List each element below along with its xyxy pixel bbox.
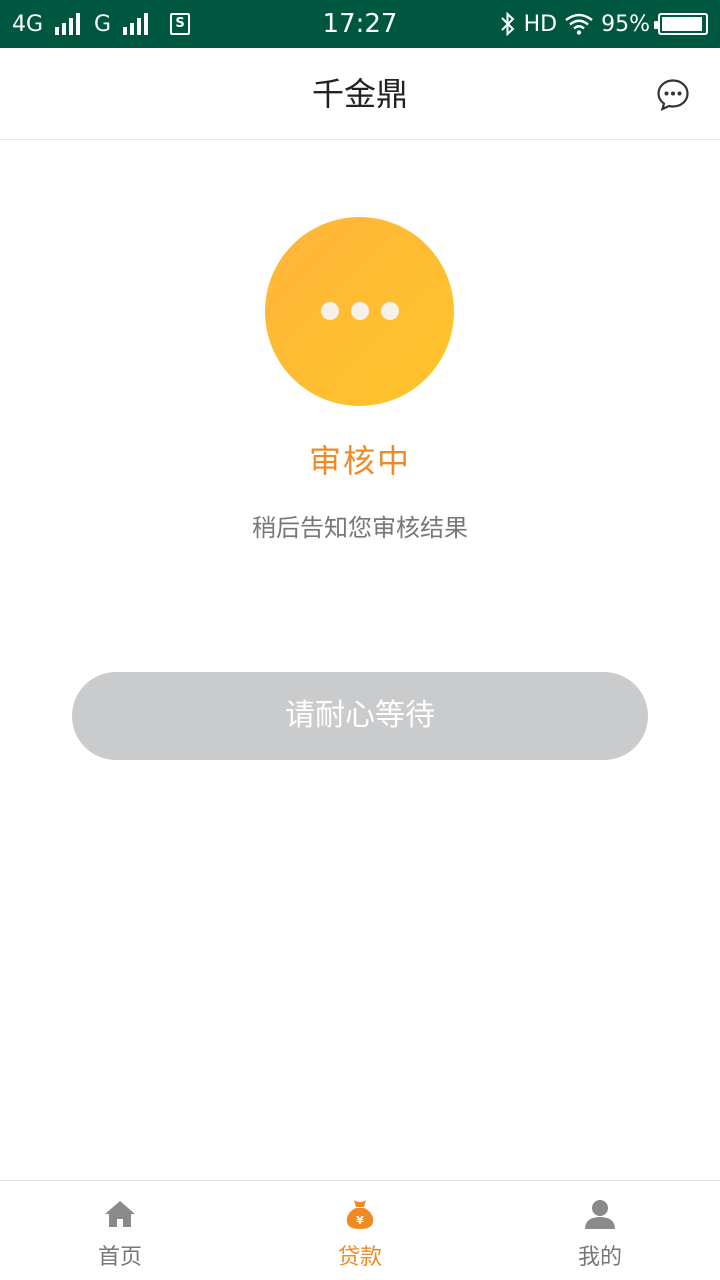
status-bar-right: HD 95% [500, 11, 708, 37]
bluetooth-icon [500, 11, 515, 37]
svg-text:¥: ¥ [356, 1214, 364, 1227]
status-bar: 4G G S 17:27 HD 95% [0, 0, 720, 48]
tab-loan-label: 贷款 [337, 1245, 382, 1270]
message-button[interactable] [656, 78, 690, 112]
tab-mine[interactable]: 我的 [480, 1181, 720, 1280]
chat-bubble-icon [657, 79, 689, 111]
signal-strength-icon [123, 13, 149, 35]
battery-icon [654, 13, 708, 35]
sim-card-icon: S [170, 13, 191, 35]
app-screen: 4G G S 17:27 HD 95% 千金鼎 审核中 稍后告知您审核结果 请耐… [0, 0, 720, 1280]
home-icon [105, 1201, 135, 1227]
battery-percent: 95% [601, 11, 650, 37]
tab-loan[interactable]: ¥ 贷款 [240, 1181, 480, 1280]
more-dots-icon [321, 302, 399, 320]
hd-indicator: HD [523, 11, 558, 37]
page-title: 千金鼎 [311, 75, 408, 113]
tab-home-label: 首页 [97, 1245, 142, 1270]
tab-home[interactable]: 首页 [0, 1181, 240, 1280]
please-wait-button[interactable]: 请耐心等待 [72, 672, 648, 760]
user-icon [585, 1200, 615, 1229]
money-bag-icon: ¥ [346, 1200, 374, 1229]
network-type-4g: 4G [12, 11, 44, 37]
signal-strength-icon [55, 13, 81, 35]
tab-mine-label: 我的 [577, 1245, 622, 1270]
review-status-title: 审核中 [308, 442, 411, 480]
review-status-description: 稍后告知您审核结果 [252, 514, 468, 542]
bottom-tab-bar: 首页 ¥ 贷款 我的 [0, 1180, 720, 1280]
pending-status-circle [265, 217, 454, 406]
network-type-g: G [94, 11, 112, 37]
battery-level-fill [662, 17, 702, 31]
status-bar-left: 4G G S [12, 11, 191, 37]
wifi-icon [565, 13, 593, 35]
header-bar: 千金鼎 [0, 48, 720, 140]
